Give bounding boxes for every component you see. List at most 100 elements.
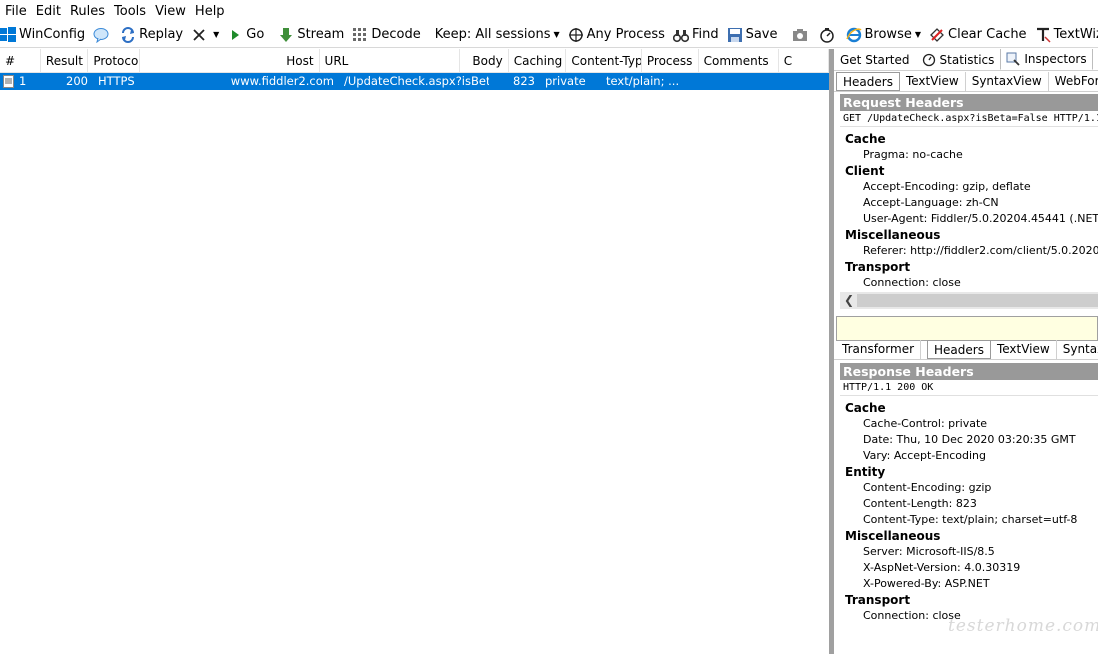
menu-tools[interactable]: Tools — [113, 4, 154, 19]
request-line: GET /UpdateCheck.aspx?isBeta=False HTTP/… — [840, 111, 1098, 127]
request-header-item: Accept-Language: zh-CN — [863, 196, 999, 209]
request-header-item: User-Agent: Fiddler/5.0.20204.45441 (.NE… — [863, 212, 1098, 225]
tab-autoresponder[interactable]: A — [1093, 50, 1098, 70]
stream-button[interactable]: Stream — [275, 23, 349, 47]
document-icon — [3, 75, 14, 88]
watermark: testerhome.com — [948, 616, 1098, 636]
comment-button[interactable] — [90, 23, 117, 47]
request-response-splitter-bar[interactable] — [836, 316, 1098, 341]
remove-button[interactable]: ▼ — [188, 23, 224, 47]
toolbar: WinConfig Replay ▼ Go Stream Decode Keep… — [0, 22, 1098, 48]
save-icon — [727, 27, 743, 43]
column-body[interactable]: Body — [460, 49, 509, 73]
response-tab-textview[interactable]: TextView — [991, 340, 1057, 359]
replay-button[interactable]: Replay — [117, 23, 188, 47]
dropdown-caret-icon: ▼ — [914, 30, 921, 39]
tab-get-started[interactable]: Get Started — [834, 50, 916, 70]
main-tabs: Get Started Statistics Inspectors A — [834, 49, 1098, 71]
tab-inspectors[interactable]: Inspectors — [1000, 49, 1093, 70]
textwizard-button[interactable]: TextWizard — [1032, 23, 1098, 47]
response-tab-headers[interactable]: Headers — [927, 340, 991, 359]
request-header-item: Accept-Encoding: gzip, deflate — [863, 180, 1031, 193]
request-tab-syntaxview[interactable]: SyntaxView — [966, 72, 1049, 91]
menu-help[interactable]: Help — [194, 4, 233, 19]
session-list[interactable]: # Result Protocol Host URL Body Caching … — [0, 49, 829, 654]
table-row[interactable]: 1 200 HTTPS www.fiddler2.com /UpdateChec… — [0, 73, 829, 90]
go-label: Go — [246, 27, 265, 42]
scrollbar-thumb[interactable] — [857, 294, 1098, 307]
tab-statistics[interactable]: Statistics — [916, 50, 1001, 70]
textwizard-icon — [1035, 27, 1051, 43]
response-header-item: X-AspNet-Version: 4.0.30319 — [863, 561, 1021, 574]
timer-button[interactable] — [816, 23, 843, 47]
winconfig-label: WinConfig — [19, 27, 86, 42]
response-header-item: Server: Microsoft-IIS/8.5 — [863, 545, 995, 558]
speech-bubble-icon — [93, 27, 109, 43]
session-num: 1 — [19, 74, 27, 88]
response-header-item: Date: Thu, 10 Dec 2020 03:20:35 GMT — [863, 433, 1076, 446]
session-host: www.fiddler2.com — [230, 74, 334, 88]
response-subtabs: Transformer Headers TextView SyntaxView — [834, 339, 1098, 360]
response-group-cache: Cache — [845, 401, 886, 415]
screenshot-button[interactable] — [789, 23, 816, 47]
response-tab-syntaxview[interactable]: SyntaxView — [1057, 340, 1098, 359]
request-subtabs: Headers TextView SyntaxView WebForms — [834, 71, 1098, 92]
request-tab-webforms[interactable]: WebForms — [1049, 72, 1098, 91]
session-list-header: # Result Protocol Host URL Body Caching … — [0, 49, 829, 73]
request-headers-title: Request Headers — [840, 94, 1098, 111]
go-button[interactable]: Go — [224, 23, 269, 47]
response-group-entity: Entity — [845, 465, 886, 479]
column-result[interactable]: Result — [41, 49, 89, 73]
replay-label: Replay — [139, 27, 184, 42]
response-header-item: Vary: Accept-Encoding — [863, 449, 986, 462]
request-tab-headers[interactable]: Headers — [836, 72, 900, 91]
column-process[interactable]: Process — [642, 49, 699, 73]
tab-get-started-label: Get Started — [840, 52, 910, 67]
scroll-left-icon[interactable]: ❮ — [844, 292, 854, 309]
column-url[interactable]: URL — [320, 49, 461, 73]
browse-button[interactable]: Browse ▼ — [843, 23, 927, 47]
request-group-miscellaneous: Miscellaneous — [845, 228, 941, 242]
column-custom[interactable]: C — [779, 49, 829, 73]
request-header-item: Referer: http://fiddler2.com/client/5.0.… — [863, 244, 1098, 257]
binoculars-icon — [672, 27, 690, 43]
session-url: /UpdateCheck.aspx?isBet... — [344, 74, 489, 88]
menu-file[interactable]: File — [4, 4, 35, 19]
horizontal-scrollbar[interactable]: ❮ — [840, 292, 1098, 309]
save-button[interactable]: Save — [724, 23, 783, 47]
close-x-icon — [191, 27, 207, 43]
session-num-cell: 1 — [0, 73, 43, 90]
response-header-item: Content-Type: text/plain; charset=utf-8 — [863, 513, 1078, 526]
decode-button[interactable]: Decode — [349, 23, 425, 47]
winconfig-button[interactable]: WinConfig — [0, 23, 90, 47]
request-tab-textview[interactable]: TextView — [900, 72, 966, 91]
session-content-type: text/plain; ... — [606, 74, 680, 88]
any-process-label: Any Process — [586, 27, 665, 42]
column-num[interactable]: # — [0, 49, 41, 73]
column-comments[interactable]: Comments — [699, 49, 779, 73]
stopwatch-icon — [819, 27, 835, 43]
response-status-line: HTTP/1.1 200 OK — [840, 380, 1098, 396]
keep-sessions-dropdown[interactable]: Keep: All sessions ▼ — [432, 23, 565, 47]
column-protocol[interactable]: Protocol — [88, 49, 141, 73]
response-tab-transformer[interactable]: Transformer — [836, 340, 922, 359]
clear-cache-label: Clear Cache — [948, 27, 1027, 42]
request-group-transport: Transport — [845, 260, 911, 274]
column-caching[interactable]: Caching — [509, 49, 567, 73]
find-button[interactable]: Find — [670, 23, 724, 47]
any-process-button[interactable]: Any Process — [565, 23, 670, 47]
stopwatch-icon — [922, 53, 936, 67]
column-host[interactable]: Host — [140, 49, 320, 73]
menu-rules[interactable]: Rules — [69, 4, 113, 19]
internet-explorer-icon — [845, 27, 862, 43]
clear-cache-button[interactable]: Clear Cache — [926, 23, 1032, 47]
session-body: 823 — [513, 74, 535, 88]
crosshair-icon — [568, 27, 584, 43]
clear-cache-icon — [929, 27, 945, 43]
column-content-type[interactable]: Content-Type — [566, 49, 642, 73]
menu-view[interactable]: View — [154, 4, 194, 19]
menu-edit[interactable]: Edit — [35, 4, 69, 19]
camera-icon — [792, 27, 808, 43]
stream-arrow-icon — [278, 27, 294, 43]
decode-grid-icon — [352, 27, 368, 43]
